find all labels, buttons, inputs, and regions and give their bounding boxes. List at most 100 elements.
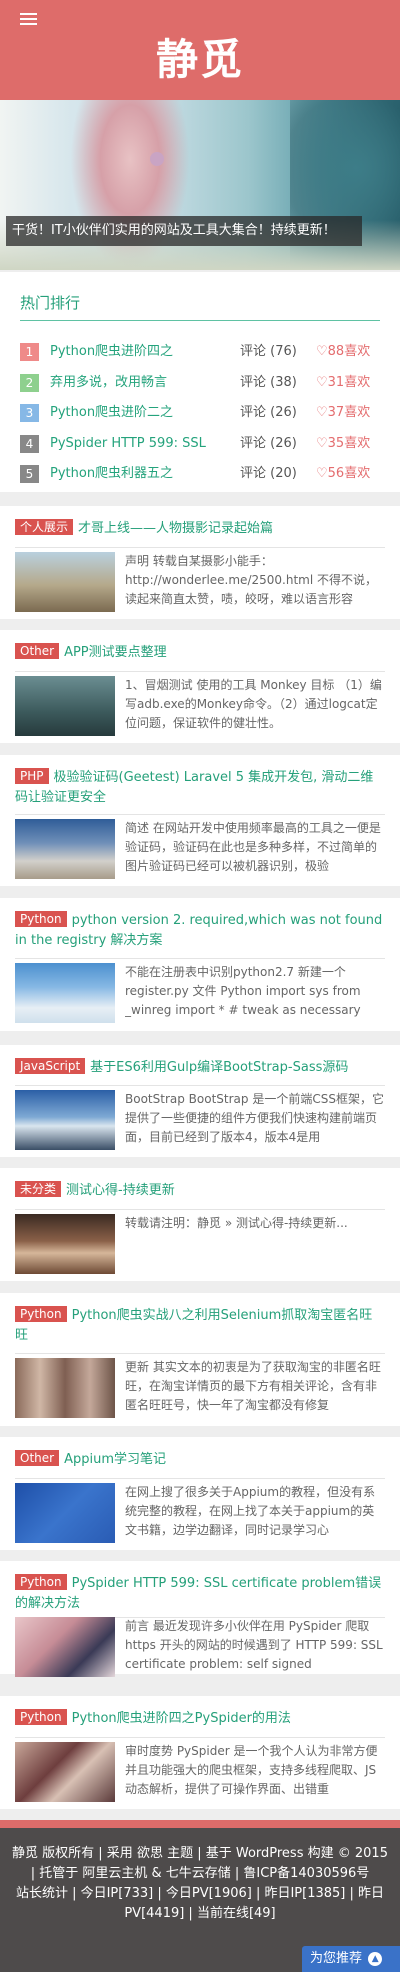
site-header: 静觅 (0, 0, 400, 100)
site-title[interactable]: 静觅 (0, 26, 400, 87)
comment-count: 评论 (20) (240, 466, 297, 481)
post-title-text[interactable]: Appium学习笔记 (64, 1452, 166, 1467)
post-title-text[interactable]: 才哥上线——人物摄影记录起始篇 (78, 521, 273, 536)
post-card[interactable]: Python PySpider HTTP 599: SSL certificate… (0, 1561, 400, 1677)
post-card[interactable]: 个人展示 才哥上线——人物摄影记录起始篇 声明 转载自某摄影小能手：http://… (0, 506, 400, 619)
hot-item-title[interactable]: Python爬虫利器五之 (50, 464, 250, 484)
rank-badge: 3 (20, 404, 39, 422)
comment-count: 评论 (38) (240, 375, 297, 390)
post-card[interactable]: Python Python爬虫实战八之利用Selenium抓取淘宝匿名旺旺 更新 … (0, 1293, 400, 1426)
divider (20, 320, 380, 321)
post-title[interactable]: JavaScript 基于ES6利用Gulp编译BootStrap-Sass源码 (15, 1058, 385, 1078)
category-badge[interactable]: Python (15, 911, 67, 927)
comment-count: 评论 (76) (240, 344, 297, 359)
recommend-label: 为您推荐 (310, 1951, 363, 1966)
post-title[interactable]: 未分类 测试心得-持续更新 (15, 1181, 385, 1201)
post-thumbnail[interactable] (15, 1617, 115, 1677)
chevron-up-icon: ▲ (368, 1952, 383, 1966)
post-excerpt: 前言 最近发现许多小伙伴在用 PySpider 爬取 https 开头的网站的时… (125, 1619, 383, 1671)
divider (15, 1085, 385, 1086)
post-card[interactable]: Python Python爬虫进阶四之PySpider的用法 审时度势 PySpi… (0, 1696, 400, 1809)
post-title-text[interactable]: 测试心得-持续更新 (66, 1183, 175, 1198)
category-badge[interactable]: Python (15, 1306, 67, 1322)
rank-badge: 1 (20, 343, 39, 361)
post-card[interactable]: Python python version 2. required,which w… (0, 898, 400, 1031)
post-title[interactable]: PHP 极验验证码(Geetest) Laravel 5 集成开发包, 滑动二维码… (15, 768, 385, 808)
category-badge[interactable]: JavaScript (15, 1058, 86, 1074)
like-count[interactable]: ♡31喜欢 (316, 373, 386, 393)
post-title-text[interactable]: 极验验证码(Geetest) Laravel 5 集成开发包, 滑动二维码让验证… (15, 770, 373, 805)
post-thumbnail[interactable] (15, 1090, 115, 1150)
hot-item[interactable]: 1 Python爬虫进阶四之 评论 (76) ♡88喜欢 (20, 342, 380, 362)
post-title[interactable]: 个人展示 才哥上线——人物摄影记录起始篇 (15, 519, 385, 539)
hot-item[interactable]: 4 PySpider HTTP 599: SSL 评论 (26) ♡35喜欢 (20, 434, 380, 454)
post-title-text[interactable]: Python爬虫实战八之利用Selenium抓取淘宝匿名旺旺 (15, 1308, 372, 1343)
post-excerpt: 简述 在网站开发中使用频率最高的工具之一便是验证码，验证码在此也是多种多样，不过… (125, 821, 381, 873)
post-title[interactable]: Python PySpider HTTP 599: SSL certificate… (15, 1574, 385, 1614)
like-count[interactable]: ♡88喜欢 (316, 342, 386, 362)
post-title[interactable]: Python python version 2. required,which w… (15, 911, 385, 951)
post-card[interactable]: PHP 极验验证码(Geetest) Laravel 5 集成开发包, 滑动二维码… (0, 755, 400, 886)
recommend-button[interactable]: 为您推荐 ▲ (302, 1946, 400, 1972)
category-badge[interactable]: Python (15, 1574, 67, 1590)
menu-icon[interactable] (20, 13, 37, 27)
category-badge[interactable]: PHP (15, 768, 49, 784)
post-title[interactable]: Python Python爬虫实战八之利用Selenium抓取淘宝匿名旺旺 (15, 1306, 385, 1346)
divider (15, 1209, 385, 1210)
rank-badge: 5 (20, 465, 39, 483)
rank-badge: 4 (20, 435, 39, 453)
hot-item[interactable]: 3 Python爬虫进阶二之 评论 (26) ♡37喜欢 (20, 403, 380, 423)
hot-item-title[interactable]: Python爬虫进阶四之 (50, 342, 250, 362)
hot-item[interactable]: 5 Python爬虫利器五之 评论 (20) ♡56喜欢 (20, 464, 380, 484)
post-thumbnail[interactable] (15, 1742, 115, 1802)
category-badge[interactable]: Python (15, 1709, 67, 1725)
post-card[interactable]: Other APP测试要点整理 1、冒烟测试 使用的工具 Monkey 目标 （1… (0, 630, 400, 743)
hot-ranking-panel: 热门排行 1 Python爬虫进阶四之 评论 (76) ♡88喜欢 2 弃用多说… (0, 272, 400, 492)
divider (15, 547, 385, 548)
post-title[interactable]: Other APP测试要点整理 (15, 643, 385, 663)
hot-ranking-title: 热门排行 (20, 294, 81, 312)
post-excerpt: 审时度势 PySpider 是一个我个人认为非常方便并且功能强大的爬虫框架，支持… (125, 1744, 378, 1796)
category-badge[interactable]: Other (15, 643, 60, 659)
post-card[interactable]: Other Appium学习笔记 在网上搜了很多关于Appium的教程，但没有系统… (0, 1437, 400, 1550)
post-thumbnail[interactable] (15, 1214, 115, 1274)
post-excerpt: BootStrap BootStrap 是一个前端CSS框架，它提供了一些便捷的… (125, 1092, 384, 1144)
post-thumbnail[interactable] (15, 963, 115, 1023)
divider (15, 1478, 385, 1479)
post-thumbnail[interactable] (15, 552, 115, 612)
post-thumbnail[interactable] (15, 1358, 115, 1418)
category-badge[interactable]: Other (15, 1450, 60, 1466)
hot-item-title[interactable]: Python爬虫进阶二之 (50, 403, 250, 423)
rank-badge: 2 (20, 374, 39, 392)
post-thumbnail[interactable] (15, 819, 115, 879)
hot-item-title[interactable]: 弃用多说，改用畅言 (50, 373, 250, 393)
hot-item-title[interactable]: PySpider HTTP 599: SSL (50, 434, 250, 454)
divider (15, 958, 385, 959)
hot-item[interactable]: 2 弃用多说，改用畅言 评论 (38) ♡31喜欢 (20, 373, 380, 393)
post-card[interactable]: 未分类 测试心得-持续更新 转载请注明：静觅 » 测试心得-持续更新... (0, 1168, 400, 1281)
post-title[interactable]: Other Appium学习笔记 (15, 1450, 385, 1470)
featured-banner-caption[interactable]: 干货！IT小伙伴们实用的网站及工具大集合！持续更新！ (6, 216, 362, 246)
like-count[interactable]: ♡35喜欢 (316, 434, 386, 454)
divider (15, 1737, 385, 1738)
post-title[interactable]: Python Python爬虫进阶四之PySpider的用法 (15, 1709, 385, 1729)
post-thumbnail[interactable] (15, 676, 115, 736)
comment-count: 评论 (26) (240, 405, 297, 420)
category-badge[interactable]: 未分类 (15, 1181, 62, 1197)
like-count[interactable]: ♡37喜欢 (316, 403, 386, 423)
footer-copyright: 静觅 版权所有 | 采用 欲思 主题 | 基于 WordPress 构建 © 2… (12, 1846, 388, 1881)
post-thumbnail[interactable] (15, 1483, 115, 1543)
post-title-text[interactable]: APP测试要点整理 (64, 645, 167, 660)
post-excerpt: 转载请注明：静觅 » 测试心得-持续更新... (125, 1216, 348, 1230)
comment-count: 评论 (26) (240, 436, 297, 451)
like-count[interactable]: ♡56喜欢 (316, 464, 386, 484)
post-title-text[interactable]: Python爬虫进阶四之PySpider的用法 (72, 1711, 291, 1726)
post-excerpt: 更新 其实文本的初衷是为了获取淘宝的非匿名旺旺，在淘宝详情页的最下方有相关评论，… (125, 1360, 381, 1412)
post-excerpt: 在网上搜了很多关于Appium的教程，但没有系统完整的教程，在网上找了本关于ap… (125, 1485, 376, 1537)
divider (15, 671, 385, 672)
post-title-text[interactable]: PySpider HTTP 599: SSL certificate probl… (15, 1576, 381, 1611)
post-title-text[interactable]: python version 2. required,which was not… (15, 913, 382, 948)
post-card[interactable]: JavaScript 基于ES6利用Gulp编译BootStrap-Sass源码 … (0, 1045, 400, 1157)
category-badge[interactable]: 个人展示 (15, 519, 74, 535)
post-title-text[interactable]: 基于ES6利用Gulp编译BootStrap-Sass源码 (90, 1060, 348, 1075)
